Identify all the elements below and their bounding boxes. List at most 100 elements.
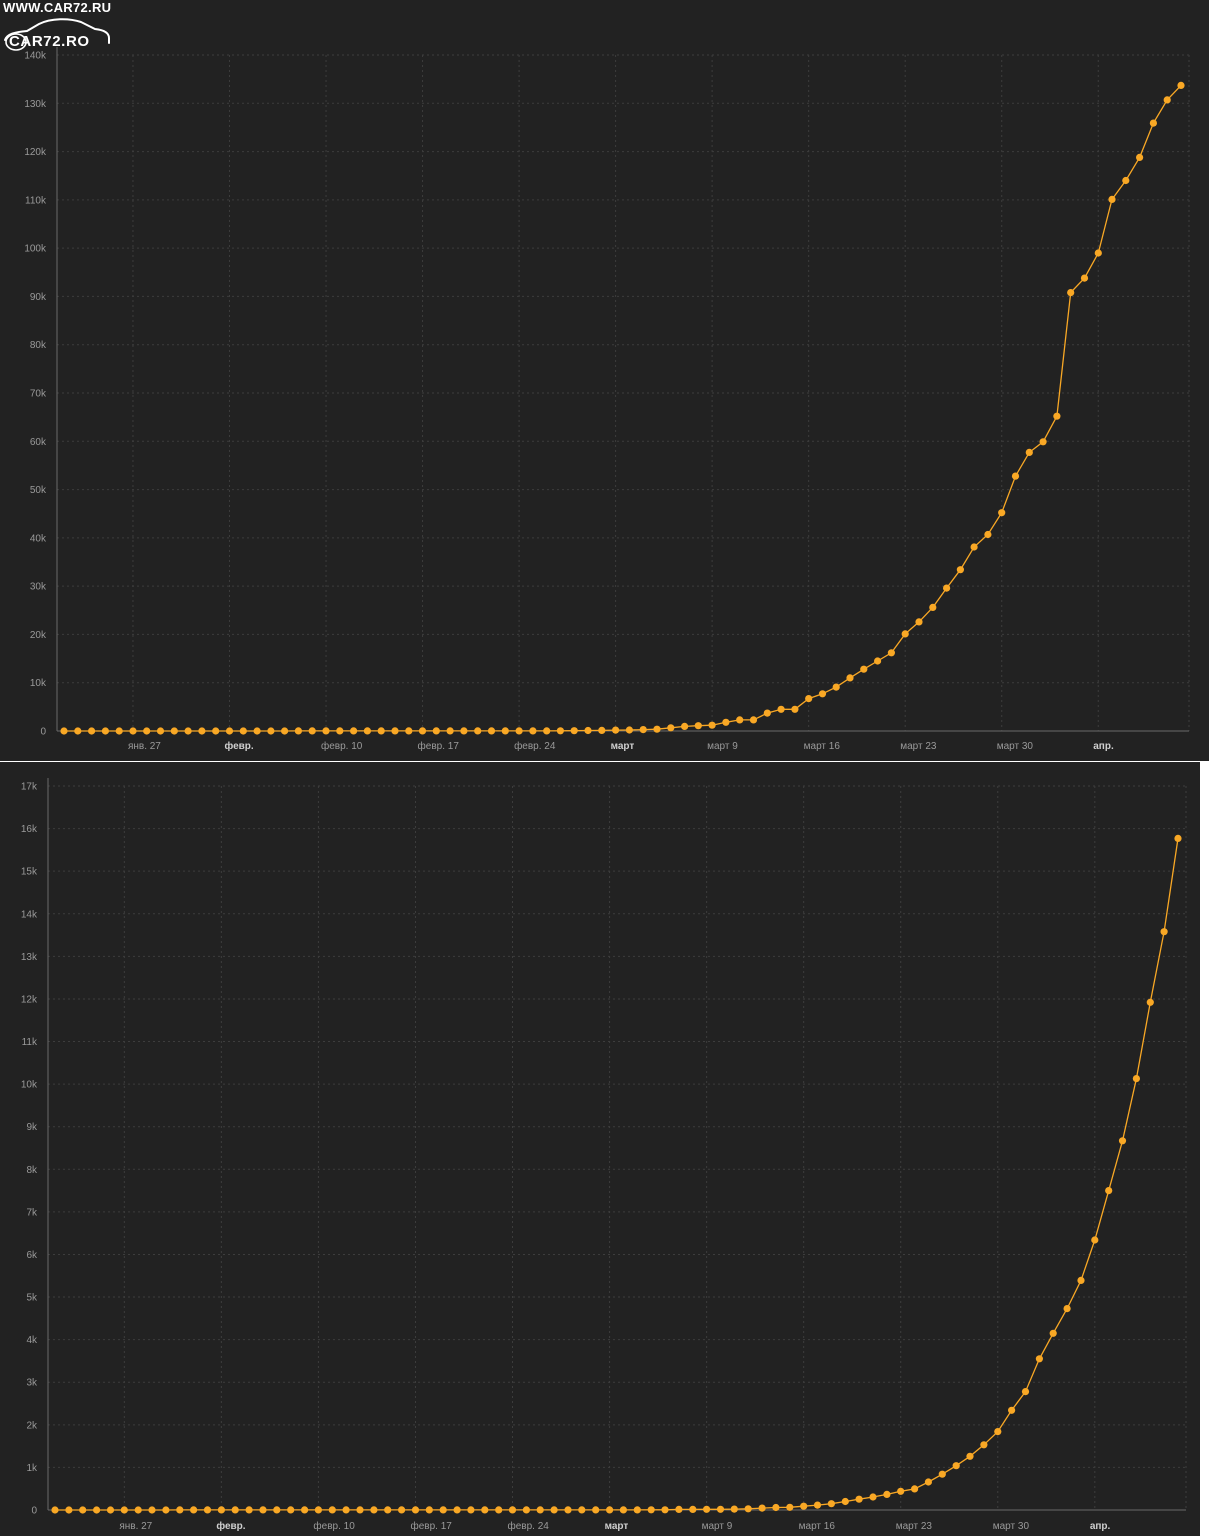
data-point [1025,448,1033,456]
x-tick-label: февр. 10 [313,1520,355,1532]
y-tick-label: 16k [21,824,38,835]
data-point [356,1506,364,1514]
data-point [1091,1236,1099,1244]
y-tick-label: 130k [24,99,47,110]
data-point [956,566,965,574]
data-point [818,690,827,698]
data-point [225,727,234,735]
data-point [998,509,1006,517]
y-tick-label: 0 [40,727,46,738]
data-point [474,727,482,735]
y-tick-label: 15k [21,867,38,878]
data-point [170,727,178,735]
data-point [398,1506,406,1514]
data-point [328,1506,336,1514]
data-point [88,727,96,735]
data-point [377,727,385,735]
data-point [749,716,758,724]
data-point [245,1506,253,1514]
data-point [515,727,523,735]
data-point [301,1506,309,1514]
x-tick-label: янв. 27 [119,1521,152,1532]
data-point [1063,1305,1071,1313]
data-point [592,1506,600,1514]
data-point [239,727,247,735]
data-point [694,722,702,730]
grid-lines [48,785,1187,1510]
x-tick-label: февр. [224,740,253,752]
x-tick-label: апр. [1093,741,1114,752]
data-point [598,726,606,735]
data-point [190,1506,198,1514]
data-point [984,530,992,539]
y-tick-label: 120k [24,147,47,158]
data-point [162,1506,170,1514]
data-point [736,716,744,724]
y-tick-label: 3k [26,1378,38,1389]
y-tick-label: 6k [26,1250,38,1261]
x-tick-label: февр. 17 [410,1520,452,1532]
data-point [259,1506,267,1514]
y-tick-label: 4k [26,1335,38,1346]
y-tick-label: 0 [31,1506,37,1517]
data-point [350,727,358,735]
data-point [1118,1137,1127,1145]
data-point [938,1470,946,1478]
y-tick-label: 90k [30,292,47,303]
data-point [556,727,565,735]
data-point [308,727,316,735]
data-point [1163,96,1171,104]
data-point [901,630,909,638]
x-tick-label: март 30 [993,1521,1030,1532]
data-point [689,1505,697,1513]
y-tick-label: 5k [26,1293,38,1304]
data-point [74,727,82,735]
x-tick-label: март 16 [804,741,841,752]
data-point [883,1490,891,1498]
data-point [1094,249,1102,257]
data-point [612,726,620,734]
data-point [1067,289,1075,297]
data-point [722,718,730,726]
data-point [273,1506,281,1514]
watermark: WWW.CAR72.RU CAR72.RO [0,0,130,56]
data-point [846,674,854,682]
data-point [294,727,302,735]
data-point [647,1506,655,1514]
data-point [763,709,771,717]
data-point [994,1428,1002,1436]
data-point [287,1506,295,1514]
data-point [1122,176,1130,185]
chart-panel-top: 0 10k 20k 30k 40k 50k 60k 70k 80k 90k 100k 110k 120k… [0,0,1209,761]
data-point [1149,119,1157,127]
data-point [841,1497,849,1506]
data-point [619,1506,628,1514]
y-tick-label: 70k [30,389,47,400]
data-point [943,584,951,592]
data-point [915,618,923,626]
data-point [675,1505,683,1513]
data-point [1021,1388,1030,1396]
data-point [487,727,496,735]
x-tick-label: апр. [1090,1521,1111,1532]
data-point [1011,472,1020,480]
data-point [467,1506,475,1514]
data-point [772,1503,780,1512]
data-point [418,727,427,735]
data-point [314,1506,322,1514]
data-point [184,727,192,735]
data-point [633,1506,641,1514]
data-point [120,1506,128,1514]
data-point [966,1452,974,1460]
data-point [231,1506,239,1514]
y-tick-label: 100k [24,244,47,255]
data-point [1177,81,1185,89]
data-point [322,727,330,735]
data-point [93,1506,101,1514]
data-point [411,1506,420,1514]
data-point [1049,1329,1057,1337]
x-tick-label: февр. 24 [508,1520,550,1532]
watermark-url: WWW.CAR72.RU [3,0,112,15]
chart-panel-bottom: 0 1k 2k 3k 4k 5k 6k 7k 8k 9k 10k 11k 12k 13k 14k 15k 16k… [0,762,1200,1536]
data-point [536,1506,544,1514]
